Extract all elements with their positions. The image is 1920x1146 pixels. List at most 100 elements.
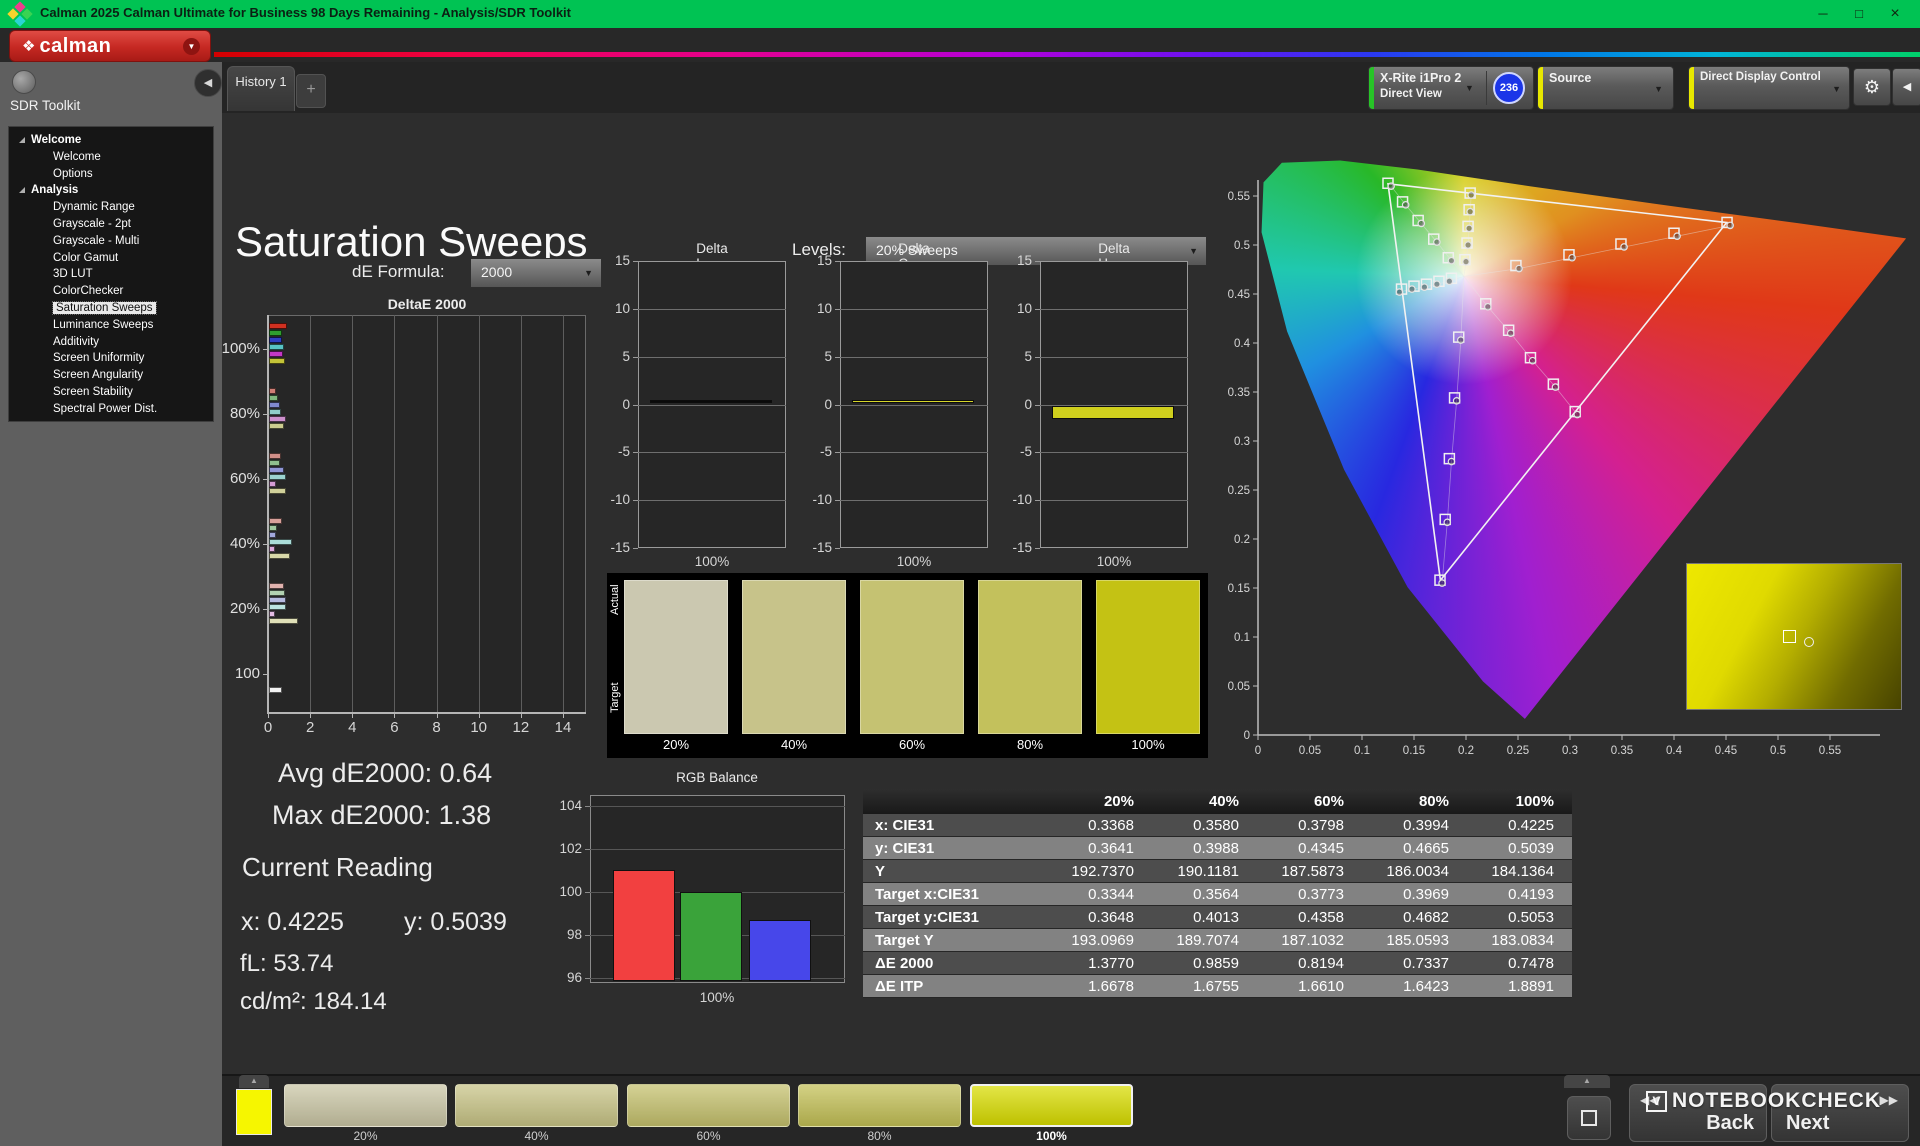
- tree-item-luminance-sweeps[interactable]: Luminance Sweeps: [9, 317, 213, 334]
- tree-item-color-gamut[interactable]: Color Gamut: [9, 250, 213, 267]
- cie-ytick-label: 0.35: [1228, 387, 1250, 399]
- table-value-cell: 0.5053: [1455, 906, 1560, 928]
- measured-point-magenta: [1508, 330, 1514, 336]
- nav-panel-handle[interactable]: ▲: [1564, 1075, 1610, 1088]
- cie-ytick-label: 0.1: [1234, 632, 1250, 644]
- deltae-group-label: 100: [196, 665, 260, 682]
- patch-button-80%[interactable]: [798, 1084, 961, 1127]
- deltae-bar: [269, 618, 298, 624]
- display-status-bar: [1689, 67, 1694, 109]
- rgb-ytick-mark: [585, 892, 590, 893]
- table-header-cell: 100%: [1455, 789, 1560, 814]
- calman-menu-button[interactable]: ❖ calman ▼: [9, 30, 211, 62]
- tab-history-1[interactable]: History 1: [227, 66, 295, 111]
- cie-xtick-label: 0: [1255, 745, 1261, 757]
- cie-xtick-label: 0.3: [1562, 745, 1578, 757]
- patch-button-40%[interactable]: [455, 1084, 618, 1127]
- rgb-gridline: [590, 849, 845, 850]
- swatch-60%: [860, 580, 964, 734]
- tree-item-spectral-power-dist-[interactable]: Spectral Power Dist.: [9, 401, 213, 418]
- tree-item-dynamic-range[interactable]: Dynamic Range: [9, 199, 213, 216]
- layout-button[interactable]: [1567, 1096, 1611, 1140]
- delta-ytick-label: 0: [800, 397, 832, 412]
- delta-gridline: [840, 357, 988, 358]
- close-button[interactable]: ×: [1880, 0, 1910, 28]
- rgb-bar-green: [680, 892, 742, 981]
- deltae-bar: [269, 467, 284, 473]
- toolbar-collapse-button[interactable]: ◀: [1892, 68, 1920, 106]
- patch-button-20%[interactable]: [284, 1084, 447, 1127]
- measured-point-green: [1434, 239, 1440, 245]
- minimize-button[interactable]: ─: [1808, 0, 1838, 28]
- maximize-button[interactable]: □: [1844, 0, 1874, 28]
- tree-item-additivity[interactable]: Additivity: [9, 334, 213, 351]
- delta-ytick-label: 10: [598, 301, 630, 316]
- tree-item-grayscale-multi[interactable]: Grayscale - Multi: [9, 233, 213, 250]
- notebookcheck-logo-icon: V: [1646, 1091, 1667, 1112]
- measured-point-blue: [1458, 337, 1464, 343]
- delta-ytick-mark: [633, 500, 638, 501]
- deltae-group-tick: [263, 349, 268, 350]
- table-value-cell: 183.0834: [1455, 929, 1560, 951]
- tree-item-screen-angularity[interactable]: Screen Angularity: [9, 367, 213, 384]
- patch-button-100%[interactable]: [970, 1084, 1133, 1127]
- deltae-bar: [269, 532, 276, 538]
- delta-ytick-label: 15: [598, 253, 630, 268]
- deltae-bar: [269, 402, 280, 408]
- cie-ytick-label: 0.05: [1228, 681, 1250, 693]
- table-row-label: Target Y: [863, 929, 1035, 951]
- tree-item-grayscale-2pt[interactable]: Grayscale - 2pt: [9, 216, 213, 233]
- table-value-cell: 1.6423: [1350, 975, 1455, 997]
- tree-item-options[interactable]: Options: [9, 166, 213, 183]
- patch-button-60%[interactable]: [627, 1084, 790, 1127]
- deltae-y-axis: [267, 315, 269, 713]
- chevron-down-icon: ▼: [1832, 84, 1841, 94]
- deltae-xtick-label: 6: [382, 719, 406, 736]
- tree-section-welcome[interactable]: Welcome: [9, 132, 213, 149]
- settings-button[interactable]: ⚙: [1853, 68, 1891, 106]
- sidebar-collapse-button[interactable]: ◀: [194, 69, 222, 97]
- tree-section-analysis[interactable]: Analysis: [9, 182, 213, 199]
- measured-point-magenta: [1529, 357, 1535, 363]
- table-value-cell: 0.3773: [1245, 883, 1350, 905]
- de-formula-select[interactable]: 2000 ▼: [470, 258, 602, 288]
- measured-point-cyan: [1421, 284, 1427, 290]
- delta-ytick-mark: [835, 261, 840, 262]
- rgb-bar-red: [613, 870, 675, 981]
- delta-xlabel: 100%: [695, 554, 730, 569]
- expander-icon[interactable]: [19, 137, 25, 143]
- measured-point-yellow: [1467, 208, 1473, 214]
- measured-point-cyan: [1446, 278, 1452, 284]
- tree-item-screen-stability[interactable]: Screen Stability: [9, 384, 213, 401]
- workflow-home-button[interactable]: [12, 70, 36, 94]
- expander-icon[interactable]: [19, 187, 25, 193]
- deltae-x-axis: [267, 712, 586, 714]
- deltae-bar: [269, 604, 286, 610]
- deltae-xtick-label: 10: [467, 719, 491, 736]
- delta-ytick-label: 10: [1000, 301, 1032, 316]
- meter-dropdown[interactable]: X-Rite i1Pro 2 Direct View ▼ 236: [1368, 66, 1534, 110]
- display-control-dropdown[interactable]: Direct Display Control ▼: [1688, 66, 1850, 110]
- delta-ytick-label: -5: [1000, 444, 1032, 459]
- tree-item-3d-lut[interactable]: 3D LUT: [9, 266, 213, 283]
- measured-point-cyan: [1396, 289, 1402, 295]
- delta-ytick-label: 5: [598, 349, 630, 364]
- deltae-bar: [269, 423, 284, 429]
- add-tab-button[interactable]: +: [296, 74, 326, 108]
- table-row: Y192.7370190.1181187.5873186.0034184.136…: [863, 860, 1572, 883]
- delta-ytick-label: -10: [1000, 492, 1032, 507]
- tree-item-colorchecker[interactable]: ColorChecker: [9, 283, 213, 300]
- source-dropdown[interactable]: Source ▼: [1537, 66, 1674, 110]
- current-y-value: y: 0.5039: [404, 908, 507, 937]
- tree-item-welcome[interactable]: Welcome: [9, 149, 213, 166]
- square-icon: [1581, 1110, 1597, 1126]
- delta-ytick-mark: [633, 405, 638, 406]
- patch-preview-handle[interactable]: ▲: [239, 1075, 269, 1088]
- tree-item-saturation-sweeps[interactable]: Saturation Sweeps: [9, 300, 213, 317]
- tree-item-screen-uniformity[interactable]: Screen Uniformity: [9, 350, 213, 367]
- delta-gridline: [840, 452, 988, 453]
- cie-xtick-label: 0.1: [1354, 745, 1370, 757]
- deltae-bar: [269, 474, 286, 480]
- measured-point-red: [1621, 244, 1627, 250]
- cie-xtick-label: 0.2: [1458, 745, 1474, 757]
